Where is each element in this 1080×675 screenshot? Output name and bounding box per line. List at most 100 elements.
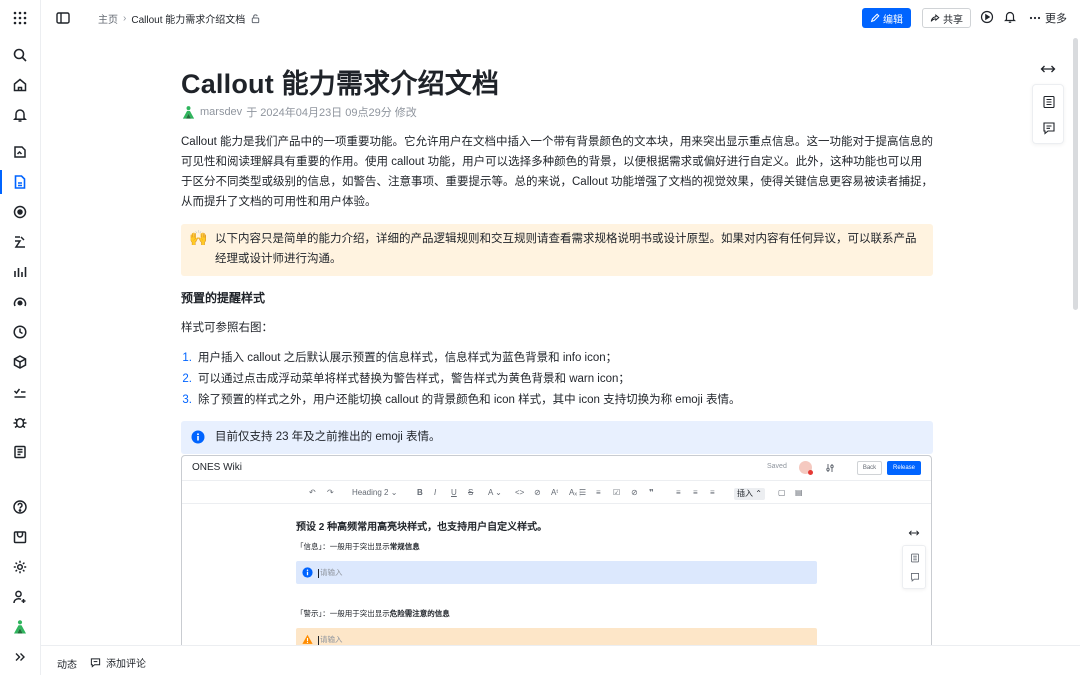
more-menu[interactable]: 更多 bbox=[1029, 10, 1067, 26]
breadcrumb-current: Callout 能力需求介绍文档 bbox=[131, 15, 246, 26]
page-scrollbar[interactable] bbox=[1073, 38, 1078, 310]
pipeline-icon[interactable] bbox=[8, 290, 32, 314]
task-list-icon: ☑ bbox=[613, 488, 621, 497]
wiki-document-icon[interactable] bbox=[0, 170, 32, 194]
analytics-icon[interactable] bbox=[8, 260, 32, 284]
clock-icon[interactable] bbox=[8, 320, 32, 344]
comments-panel-icon[interactable] bbox=[1042, 121, 1056, 135]
list-item-number: 3. bbox=[182, 394, 192, 406]
share-icon bbox=[930, 13, 940, 22]
info-icon[interactable] bbox=[191, 430, 205, 444]
home-icon[interactable] bbox=[8, 73, 32, 97]
embedded-comments-icon bbox=[911, 573, 919, 582]
italic-icon: I bbox=[434, 488, 437, 497]
embedded-tools-panel bbox=[902, 545, 926, 589]
embedded-back-button: Back bbox=[857, 461, 882, 475]
info-callout[interactable]: 目前仅支持 23 年及之前推出的 emoji 表情。 bbox=[181, 421, 933, 454]
embedded-info-placeholder: 请输入 bbox=[320, 568, 343, 577]
knowledge-book-icon[interactable] bbox=[8, 440, 32, 464]
expand-width-icon[interactable] bbox=[1040, 62, 1056, 76]
embedded-warning-icon bbox=[302, 634, 313, 644]
warn-style-label-bold: 危险需注意的信息 bbox=[389, 609, 450, 618]
embedded-header: ONES Wiki Saved Back Release bbox=[182, 456, 931, 481]
info-style-label: 「信息」：一般用于突出显示常规信息 bbox=[296, 541, 817, 552]
search-icon[interactable] bbox=[8, 43, 32, 67]
embedded-release-button: Release bbox=[887, 461, 921, 475]
left-nav-rail bbox=[0, 0, 41, 675]
add-comment-button[interactable]: 添加评论 bbox=[90, 655, 146, 670]
warning-callout-text: 以下内容只是简单的能力介绍，详细的产品逻辑规则和交互规则请查看需求规格说明书或设… bbox=[215, 233, 917, 265]
warning-callout[interactable]: 🙌 以下内容只是简单的能力介绍，详细的产品逻辑规则和交互规则请查看需求规格说明书… bbox=[181, 224, 933, 276]
heading-select: Heading 2 ⌄ bbox=[352, 488, 398, 497]
project-icon[interactable] bbox=[8, 140, 32, 164]
document-meta: marsdev 于 2024年04月23日 09点29分 修改 bbox=[181, 104, 933, 120]
add-comment-label: 添加评论 bbox=[106, 659, 146, 670]
author-avatar-icon bbox=[182, 105, 195, 119]
section-intro: 样式可参照右图： bbox=[181, 322, 273, 334]
list-item-text: 用户插入 callout 之后默认展示预置的信息样式，信息样式为蓝色背景和 in… bbox=[198, 352, 618, 364]
text-color-icon: A ⌄ bbox=[488, 488, 502, 497]
quote-icon: ❞ bbox=[649, 488, 654, 497]
subscript-icon: Aₓ bbox=[569, 488, 577, 497]
info-style-label-prefix: 「信息」：一般用于突出显示 bbox=[296, 542, 390, 551]
outline-icon[interactable] bbox=[1042, 95, 1056, 109]
embedded-info-callout: 请输入 bbox=[296, 561, 817, 584]
checklist-icon[interactable] bbox=[8, 380, 32, 404]
section-heading: 预置的提醒样式 bbox=[181, 291, 266, 305]
edit-button[interactable]: 编辑 bbox=[862, 8, 911, 28]
code-icon: <> bbox=[515, 488, 525, 497]
link-icon: ⊘ bbox=[631, 488, 638, 497]
info-callout-text: 目前仅支持 23 年及之前推出的 emoji 表情。 bbox=[215, 431, 441, 443]
strikethrough-icon: S bbox=[468, 488, 474, 497]
subscribe-bell-icon[interactable] bbox=[1003, 10, 1017, 24]
notification-bell-icon[interactable] bbox=[8, 103, 32, 127]
embedded-content: 预设 2 种高频常用高亮块样式，也支持用户自定义样式。 「信息」：一般用于突出显… bbox=[296, 518, 817, 651]
lock-icon[interactable] bbox=[250, 13, 261, 24]
warn-style-label-prefix: 「警示」：一般用于突出显示 bbox=[296, 609, 390, 618]
align-right-icon: ≡ bbox=[710, 488, 715, 497]
share-button[interactable]: 共享 bbox=[922, 8, 971, 28]
document-body: Callout 能力需求介绍文档 marsdev 于 2024年04月23日 0… bbox=[181, 68, 933, 454]
embedded-settings-icon bbox=[826, 464, 834, 472]
author-name[interactable]: marsdev bbox=[200, 106, 242, 118]
marketplace-icon[interactable] bbox=[8, 525, 32, 549]
settings-gear-icon[interactable] bbox=[8, 555, 32, 579]
sidebar-toggle-icon[interactable] bbox=[55, 10, 71, 26]
app-root: 主页 › Callout 能力需求介绍文档 编辑 共享 更多 Callout 能… bbox=[0, 0, 1080, 675]
embedded-warn-placeholder: 请输入 bbox=[320, 635, 343, 644]
clear-format-icon: ⊘ bbox=[534, 488, 541, 497]
breadcrumb-home[interactable]: 主页 bbox=[98, 11, 118, 26]
collapse-rail-icon[interactable] bbox=[8, 645, 32, 669]
bug-icon[interactable] bbox=[8, 410, 32, 434]
modified-info: 于 2024年04月23日 09点29分 修改 bbox=[246, 107, 417, 119]
add-member-icon[interactable] bbox=[8, 585, 32, 609]
present-play-icon[interactable] bbox=[980, 10, 994, 24]
edit-button-label: 编辑 bbox=[883, 14, 903, 26]
testcase-icon[interactable] bbox=[8, 230, 32, 254]
breadcrumb: 主页 › Callout 能力需求介绍文档 bbox=[98, 11, 261, 26]
package-cube-icon[interactable] bbox=[8, 350, 32, 374]
superscript-icon: Aᵗ bbox=[551, 488, 559, 497]
apps-grid-icon[interactable] bbox=[8, 6, 32, 30]
embedded-info-icon bbox=[302, 567, 313, 578]
bulleted-list-icon: ☰ bbox=[579, 488, 587, 497]
help-question-icon[interactable] bbox=[8, 495, 32, 519]
underline-icon: U bbox=[451, 488, 457, 497]
share-button-label: 共享 bbox=[943, 14, 963, 26]
activity-tab[interactable]: 动态 bbox=[57, 656, 77, 671]
redo-icon: ↷ bbox=[327, 488, 334, 497]
list-item: 3. 除了预置的样式之外，用户还能切换 callout 的背景颜色和 icon … bbox=[181, 390, 933, 411]
bottom-bar: 动态 添加评论 bbox=[41, 645, 1080, 675]
target-icon[interactable] bbox=[8, 200, 32, 224]
callout-emoji-icon[interactable]: 🙌 bbox=[189, 230, 208, 248]
ones-logo-icon[interactable] bbox=[8, 615, 32, 639]
intro-paragraph: Callout 能力是我们产品中的一项重要功能。它允许用户在文档中插入一个带有背… bbox=[181, 136, 933, 208]
edit-pencil-icon bbox=[870, 13, 880, 23]
more-menu-label: 更多 bbox=[1045, 13, 1067, 25]
breadcrumb-separator: › bbox=[123, 13, 127, 24]
list-item-text: 可以通过点击成浮动菜单将样式替换为警告样式，警告样式为黄色背景和 warn ic… bbox=[198, 373, 630, 385]
insert-menu-label: 插入 bbox=[737, 489, 753, 498]
comment-icon: ▤ bbox=[795, 488, 803, 497]
comment-bubble-icon bbox=[90, 658, 101, 668]
